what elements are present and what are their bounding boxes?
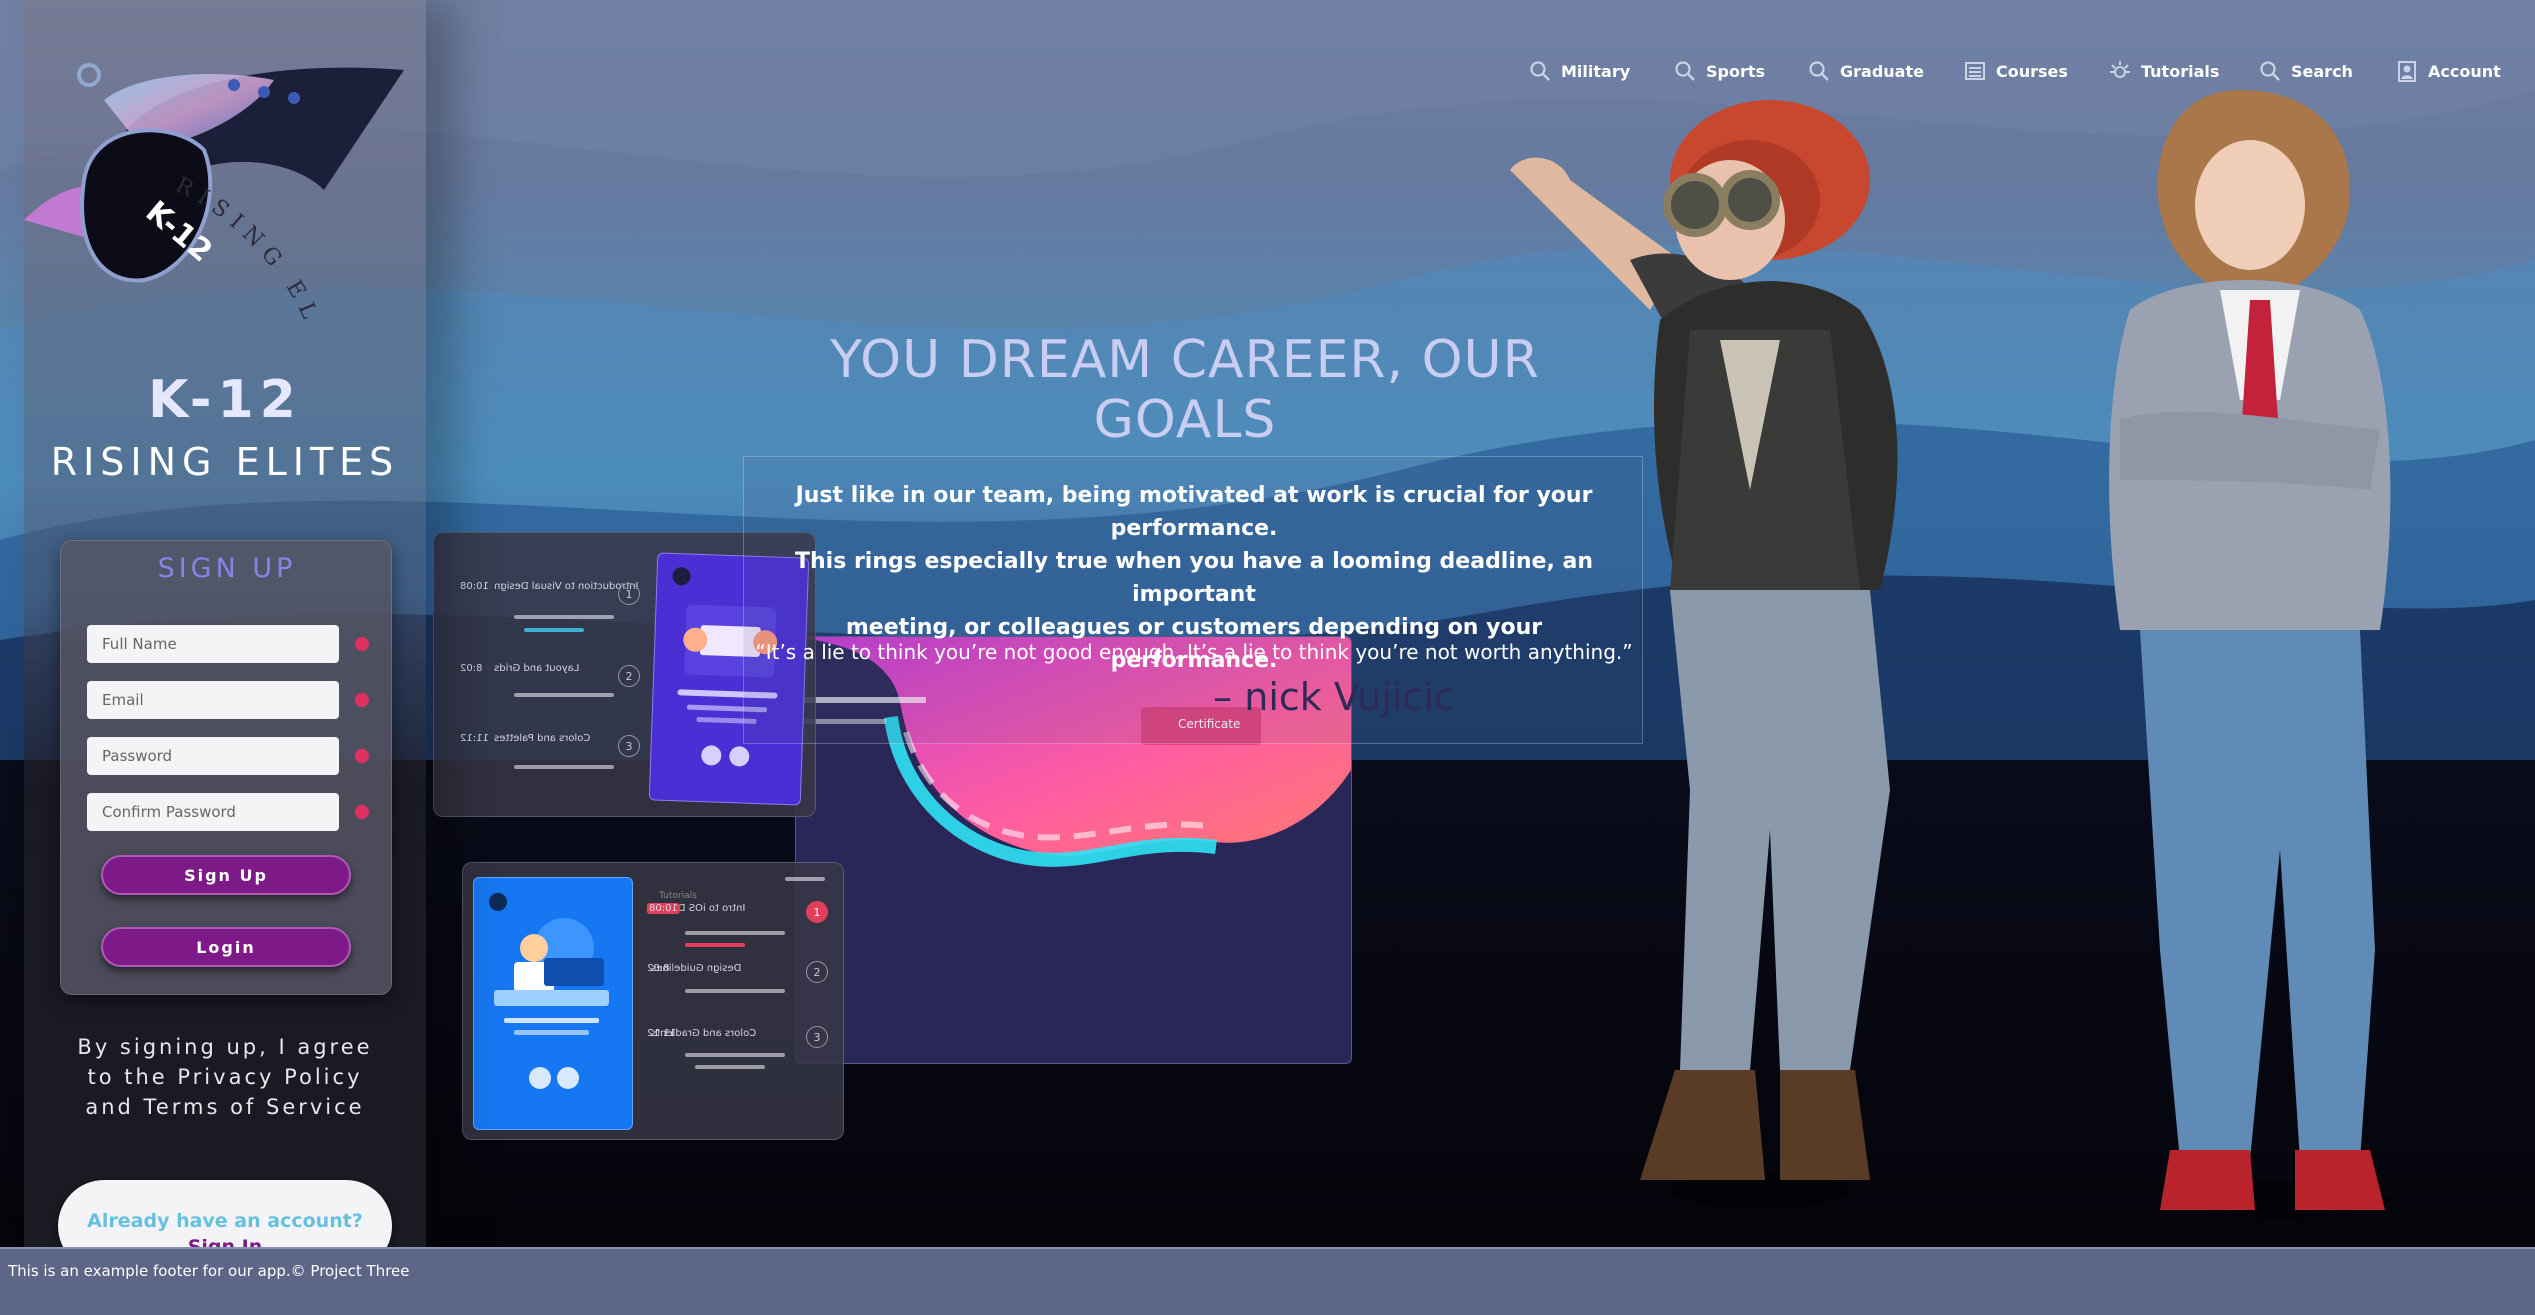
signup-title: SIGN UP [157, 553, 297, 584]
brand-logo: K-12 RISING ELITE [24, 40, 404, 330]
footer [0, 1247, 2535, 1315]
lesson-number: 3 [618, 735, 640, 757]
search-icon [1809, 61, 1829, 81]
nav-label: Graduate [1840, 61, 1924, 81]
required-indicator [355, 749, 369, 763]
nav-courses[interactable]: Courses [1964, 56, 2068, 86]
lesson-time: 11:12 [460, 733, 489, 744]
tutorials-label: Tutorials [659, 891, 697, 901]
phone-mockup-blue [473, 877, 633, 1130]
sparkle-icon [2110, 61, 2130, 78]
terms-line: to the Privacy Policy [87, 1065, 363, 1089]
list-icon [1965, 62, 1985, 80]
nav-graduate[interactable]: Graduate [1808, 56, 1924, 86]
lesson-number: 1 [618, 583, 640, 605]
brand-title: K-12 [148, 370, 302, 430]
lesson-time: 8:02 [460, 663, 483, 674]
required-indicator [355, 693, 369, 707]
nav-label: Search [2291, 61, 2353, 81]
lesson-number: 2 [618, 665, 640, 687]
nav-label: Sports [1706, 61, 1766, 81]
signup-button[interactable]: Sign Up [101, 855, 351, 895]
footer-text: This is an example footer for our app.© … [8, 1262, 410, 1280]
login-button[interactable]: Login [101, 927, 351, 967]
nav-sports[interactable]: Sports [1674, 56, 1765, 86]
search-icon [1675, 61, 1695, 81]
suit-boy-figure [2109, 90, 2391, 1218]
terms-line: and Terms of Service [85, 1095, 365, 1119]
lesson-time: 10:08 [647, 903, 680, 914]
lesson-time: 10:08 [460, 581, 489, 592]
aviator-boy-figure [1510, 100, 1898, 1208]
required-indicator [355, 637, 369, 651]
lesson-number: 1 [806, 901, 828, 923]
lesson-number: 3 [806, 1026, 828, 1048]
nav-label: Courses [1996, 61, 2068, 81]
search-icon [1530, 61, 1550, 81]
password-field[interactable] [87, 737, 339, 775]
email-field[interactable] [87, 681, 339, 719]
nav-account[interactable]: Account [2396, 56, 2501, 86]
account-question: Already have an account? [87, 1210, 363, 1232]
lesson-time: 8:02 [647, 963, 670, 974]
lesson-time: 11:12 [647, 1028, 676, 1039]
lesson-number: 2 [806, 961, 828, 983]
nav-search[interactable]: Search [2259, 56, 2353, 86]
terms-agreement: By signing up, I agree to the Privacy Po… [24, 1032, 426, 1122]
nav-military[interactable]: Military [1529, 56, 1630, 86]
nav-tutorials[interactable]: Tutorials [2109, 56, 2219, 86]
full-name-field[interactable] [87, 625, 339, 663]
confirm-password-field[interactable] [87, 793, 339, 831]
required-indicator [355, 805, 369, 819]
nav-label: Military [1561, 61, 1631, 81]
nav-label: Account [2428, 61, 2501, 81]
terms-line: By signing up, I agree [77, 1035, 373, 1059]
brand-subtitle: RISING ELITES [50, 440, 400, 484]
user-icon [2398, 61, 2416, 82]
sidebar: K-12 RISING ELITE K-12 RISING ELITES SIG… [24, 0, 426, 1315]
nav-label: Tutorials [2141, 61, 2220, 81]
search-icon [2260, 61, 2280, 81]
lesson-title: Design Guidelines [651, 963, 742, 974]
signup-form: SIGN UP Sign Up Login [60, 540, 392, 995]
kids-hero-image [1510, 90, 2391, 1218]
